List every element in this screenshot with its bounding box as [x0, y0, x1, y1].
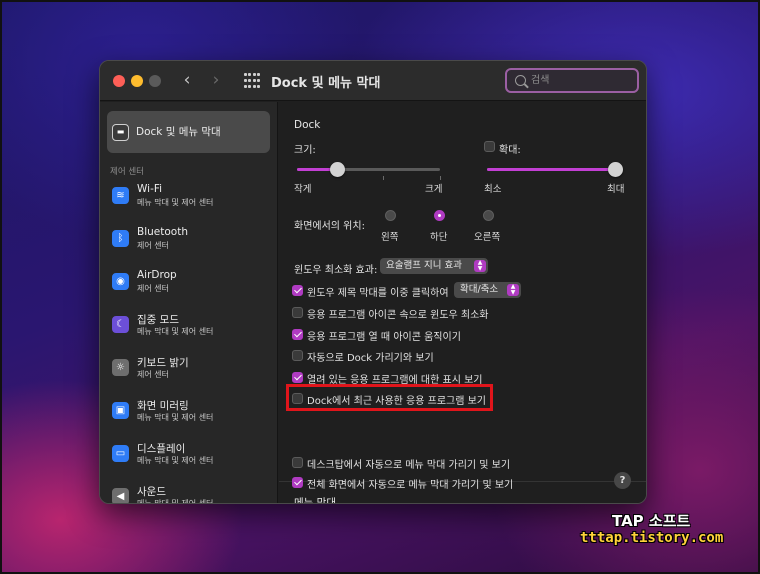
size-min-label: 작게 — [294, 184, 312, 195]
help-button[interactable]: ? — [614, 472, 631, 489]
minimize-effect-label: 윈도우 최소화 효과: — [294, 265, 378, 276]
sidebar-item-label: 화면 미러링 — [137, 400, 189, 412]
dock-option-label: 자동으로 Dock 가리기와 보기 — [307, 353, 434, 364]
search-input[interactable] — [531, 72, 631, 89]
watermark-title: TAP 소프트 — [612, 512, 691, 530]
sidebar-item-label: Bluetooth — [137, 226, 188, 238]
sidebar: ▬ Dock 및 메뉴 막대 제어 센터 ≋ Wi-Fi 메뉴 막대 및 제어 센터… — [100, 102, 278, 504]
sidebar-item-label: 집중 모드 — [137, 314, 179, 326]
sidebar-item-label: Wi-Fi — [137, 183, 163, 195]
system-preferences-window: ‹ › Dock 및 메뉴 막대 ▬ Dock 및 메뉴 막대 제어 센터 ≋ W… — [99, 60, 647, 504]
dock-option-checkbox[interactable] — [292, 372, 303, 383]
sidebar-item-sublabel: 메뉴 막대 및 제어 센터 — [137, 198, 214, 207]
size-max-label: 크게 — [425, 184, 443, 195]
keyboard-brightness-icon: ☼ — [112, 359, 129, 376]
sound-icon: ◀ — [112, 488, 129, 503]
minimize-effect-value: 요술램프 지니 효과 — [386, 260, 462, 271]
popup-chevron-icon: ▲ ▼ — [507, 284, 519, 296]
menubar-option-checkbox[interactable] — [292, 457, 303, 468]
sidebar-item-moon[interactable]: ☾ 집중 모드 메뉴 막대 및 제어 센터 — [107, 308, 270, 346]
magnification-slider[interactable] — [487, 162, 623, 177]
sidebar-item-sound[interactable]: ◀ 사운드 메뉴 막대 및 제어 센터 — [107, 480, 270, 504]
sidebar-item-sublabel: 메뉴 막대 및 제어 센터 — [137, 456, 214, 465]
sidebar-section-label: 제어 센터 — [110, 167, 144, 177]
menubar-section-heading: 메뉴 막대 — [294, 497, 336, 504]
window-title: Dock 및 메뉴 막대 — [271, 76, 381, 91]
display-icon: ▭ — [112, 445, 129, 462]
sidebar-item-screen-mirroring[interactable]: ▣ 화면 미러링 메뉴 막대 및 제어 센터 — [107, 394, 270, 432]
sidebar-item-display[interactable]: ▭ 디스플레이 메뉴 막대 및 제어 센터 — [107, 437, 270, 475]
position-radio-right[interactable] — [483, 210, 494, 221]
sidebar-item-label: 디스플레이 — [137, 443, 186, 455]
watermark-url: tttap.tistory.com — [580, 530, 724, 546]
sidebar-item-sublabel: 제어 센터 — [137, 284, 169, 293]
dock-settings-pane: Dock 크기: 작게 크게 확대: 최소 최대 화면에서의 위치: 윈도우 최… — [279, 102, 646, 504]
search-field[interactable] — [505, 68, 639, 93]
size-label: 크기: — [294, 145, 316, 156]
position-label: 화면에서의 위치: — [294, 221, 365, 232]
dock-option-checkbox[interactable] — [292, 393, 303, 404]
dock-option-checkbox[interactable] — [292, 329, 303, 340]
airdrop-icon: ◉ — [112, 273, 129, 290]
minimize-window-button[interactable] — [131, 75, 143, 87]
back-chevron-icon[interactable]: ‹ — [177, 70, 197, 92]
dock-option-label: Dock에서 최근 사용한 응용 프로그램 보기 — [307, 396, 487, 407]
position-option-label: 하단 — [430, 232, 448, 243]
dock-section-heading: Dock — [294, 119, 321, 131]
sidebar-item-sublabel: 제어 센터 — [137, 241, 169, 250]
magnification-checkbox[interactable] — [484, 141, 495, 152]
sidebar-item-sublabel: 메뉴 막대 및 제어 센터 — [137, 413, 214, 422]
size-slider-thumb[interactable] — [330, 162, 345, 177]
position-option-label: 오른쪽 — [474, 232, 501, 243]
position-radio-bottom[interactable] — [434, 210, 445, 221]
wifi-icon: ≋ — [112, 187, 129, 204]
magnification-min-label: 최소 — [484, 184, 502, 195]
double-click-checkbox[interactable] — [292, 285, 303, 296]
forward-chevron-icon[interactable]: › — [206, 70, 226, 92]
size-slider[interactable] — [297, 162, 441, 180]
screen-mirroring-icon: ▣ — [112, 402, 129, 419]
dock-option-label: 응용 프로그램 아이콘 속으로 윈도우 최소화 — [307, 310, 489, 321]
menubar-option-checkbox[interactable] — [292, 477, 303, 488]
magnification-max-label: 최대 — [607, 184, 625, 195]
sidebar-item-keyboard-brightness[interactable]: ☼ 키보드 밝기 제어 센터 — [107, 351, 270, 389]
close-window-button[interactable] — [113, 75, 125, 87]
double-click-popup[interactable]: 확대/축소 ▲ ▼ — [454, 282, 521, 298]
magnification-slider-thumb[interactable] — [608, 162, 623, 177]
search-icon — [515, 75, 526, 86]
moon-icon: ☾ — [112, 316, 129, 333]
zoom-window-button[interactable] — [149, 75, 161, 87]
show-all-grid-icon[interactable] — [244, 73, 260, 89]
sidebar-item-sublabel: 제어 센터 — [137, 370, 169, 379]
magnification-label: 확대: — [499, 145, 521, 156]
sidebar-item-airdrop[interactable]: ◉ AirDrop 제어 센터 — [107, 265, 270, 303]
popup-chevron-icon: ▲ ▼ — [474, 260, 486, 272]
title-bar: ‹ › Dock 및 메뉴 막대 — [100, 61, 646, 101]
dock-option-label: 응용 프로그램 열 때 아이콘 움직이기 — [307, 332, 461, 343]
sidebar-item-label: Dock 및 메뉴 막대 — [136, 126, 221, 138]
double-click-value: 확대/축소 — [460, 284, 499, 295]
bluetooth-icon: ᛒ — [112, 230, 129, 247]
magnification-slider-fill — [487, 168, 615, 171]
sidebar-item-dock-menubar[interactable]: ▬ Dock 및 메뉴 막대 — [107, 111, 270, 153]
dock-option-checkbox[interactable] — [292, 307, 303, 318]
position-option-label: 왼쪽 — [381, 232, 399, 243]
dock-option-label: 열려 있는 응용 프로그램에 대한 표시 보기 — [307, 375, 483, 386]
sidebar-item-label: 키보드 밝기 — [137, 357, 189, 369]
slider-tick — [440, 176, 441, 180]
sidebar-item-sublabel: 메뉴 막대 및 제어 센터 — [137, 327, 214, 336]
sidebar-item-bluetooth[interactable]: ᛒ Bluetooth 제어 센터 — [107, 222, 270, 260]
menubar-option-label: 데스크탑에서 자동으로 메뉴 막대 가리기 및 보기 — [307, 460, 511, 471]
dock-icon: ▬ — [112, 124, 129, 141]
slider-tick — [383, 176, 384, 180]
minimize-effect-popup[interactable]: 요술램프 지니 효과 ▲ ▼ — [380, 258, 488, 274]
menubar-option-label: 전체 화면에서 자동으로 메뉴 막대 가리기 및 보기 — [307, 480, 514, 491]
sidebar-item-sublabel: 메뉴 막대 및 제어 센터 — [137, 499, 214, 504]
position-radio-left[interactable] — [385, 210, 396, 221]
sidebar-item-label: 사운드 — [137, 486, 166, 498]
sidebar-item-wifi[interactable]: ≋ Wi-Fi 메뉴 막대 및 제어 센터 — [107, 179, 270, 217]
double-click-label: 윈도우 제목 막대를 이중 클릭하여 — [307, 288, 449, 299]
dock-option-checkbox[interactable] — [292, 350, 303, 361]
sidebar-item-label: AirDrop — [137, 269, 177, 281]
